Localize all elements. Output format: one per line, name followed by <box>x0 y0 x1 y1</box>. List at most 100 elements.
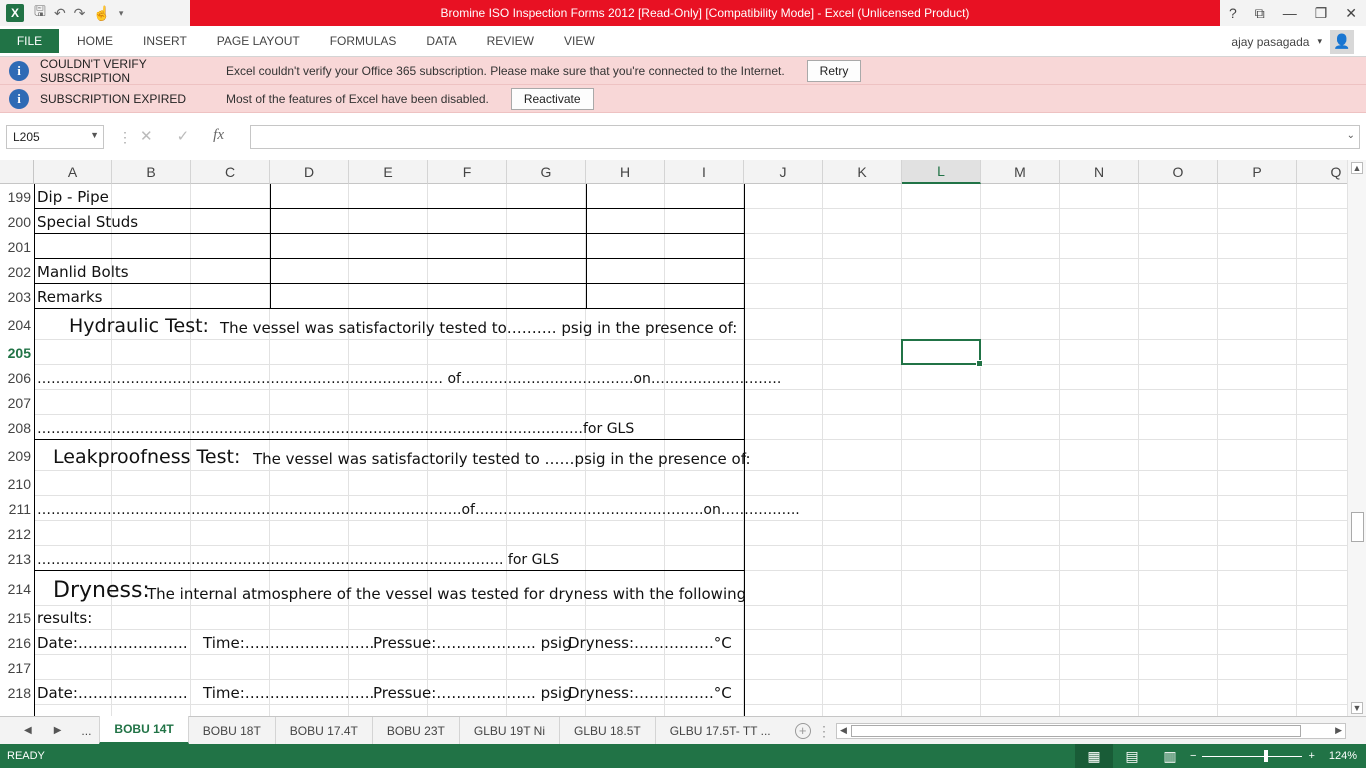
sheet-tab-bobu-17-4t[interactable]: BOBU 17.4T <box>276 716 373 745</box>
cell-text[interactable]: Pressue:……………….. psig <box>373 680 572 705</box>
customize-qat-icon[interactable]: ▾ <box>119 8 124 19</box>
scroll-left-icon[interactable]: ◀ <box>840 725 847 736</box>
cell-text[interactable]: Date:…………………. <box>37 680 188 705</box>
cell-text[interactable]: Time:…………………….. <box>203 680 374 705</box>
name-box-value[interactable]: L205 <box>13 130 40 144</box>
sheet-tab-bobu-14t[interactable]: BOBU 14T <box>99 716 189 744</box>
scroll-down-icon[interactable]: ▼ <box>1351 702 1363 714</box>
redo-icon[interactable]: ↷ <box>74 5 86 22</box>
row-header[interactable]: 206 <box>0 365 34 390</box>
tab-view[interactable]: VIEW <box>564 34 595 48</box>
add-sheet-icon[interactable]: + <box>794 722 811 739</box>
row-header[interactable]: 215 <box>0 606 34 630</box>
help-icon[interactable]: ? <box>1229 5 1237 21</box>
tab-page-layout[interactable]: PAGE LAYOUT <box>217 34 300 48</box>
cell-text[interactable]: Date:…………………. <box>37 630 188 655</box>
page-layout-view-icon[interactable]: ▤ <box>1113 744 1151 768</box>
column-header[interactable]: A <box>34 160 112 184</box>
row-header[interactable]: 208 <box>0 415 34 440</box>
cell-text[interactable]: Hydraulic Test: <box>69 309 209 340</box>
more-sheets-button[interactable]: ... <box>81 724 91 738</box>
cell-text[interactable]: …………………………………………………………………………… of……………………… <box>37 365 781 390</box>
column-header[interactable]: H <box>586 160 665 184</box>
column-header[interactable]: I <box>665 160 744 184</box>
column-header[interactable]: D <box>270 160 349 184</box>
column-header[interactable]: K <box>823 160 902 184</box>
row-header[interactable]: 202 <box>0 259 34 284</box>
cell-text[interactable]: Time:…………………….. <box>203 630 374 655</box>
save-icon[interactable]: 🖫 <box>34 1 46 25</box>
row-header[interactable]: 212 <box>0 521 34 546</box>
zoom-in-icon[interactable]: + <box>1308 750 1314 762</box>
cancel-icon[interactable]: ✕ <box>140 127 153 145</box>
row-header[interactable]: 199 <box>0 184 34 209</box>
cell-text[interactable]: Manlid Bolts <box>37 259 129 284</box>
column-header[interactable]: G <box>507 160 586 184</box>
retry-button[interactable]: Retry <box>806 59 862 82</box>
row-header[interactable]: 203 <box>0 284 34 309</box>
reactivate-button[interactable]: Reactivate <box>510 87 594 110</box>
row-header[interactable]: 200 <box>0 209 34 234</box>
column-header[interactable]: P <box>1218 160 1297 184</box>
row-header[interactable]: 216 <box>0 630 34 655</box>
expand-formula-icon[interactable]: ⌄ <box>1347 130 1355 141</box>
sheet-tab-bobu-23t[interactable]: BOBU 23T <box>373 716 460 745</box>
scroll-right-icon[interactable]: ▶ <box>1335 725 1342 736</box>
row-header[interactable]: 204 <box>0 309 34 340</box>
vertical-scrollbar[interactable]: ▲ ▼ <box>1347 160 1366 716</box>
prev-sheet-icon[interactable]: ◀ <box>24 725 32 736</box>
undo-icon[interactable]: ↶ <box>54 5 66 22</box>
cell-text[interactable]: Leakproofness Test: <box>53 440 240 471</box>
insert-function-icon[interactable]: fx <box>213 127 224 145</box>
row-header[interactable]: 207 <box>0 390 34 415</box>
cell-text[interactable]: ………………………………………………………………………………………. for G… <box>37 546 559 571</box>
column-header[interactable]: O <box>1139 160 1218 184</box>
column-header[interactable]: L <box>902 160 981 184</box>
cell-text[interactable]: The vessel was satisfactorily tested to … <box>253 440 751 471</box>
tab-home[interactable]: HOME <box>77 34 113 48</box>
sheet-tab-glbu-17-5t-tt[interactable]: GLBU 17.5T- TT ... <box>656 717 785 745</box>
sheet-tab-bobu-18t[interactable]: BOBU 18T <box>189 716 276 745</box>
formula-input[interactable]: ⌄ <box>250 125 1360 149</box>
cell-text[interactable]: Dryness: <box>53 571 150 606</box>
cell-text[interactable]: Pressue:……………….. psig <box>373 630 572 655</box>
worksheet-grid[interactable]: A B C D E F G H I J K L M N O P Q 199 200 201 202 203 204 205 20… <box>0 160 1347 716</box>
tab-data[interactable]: DATA <box>426 34 456 48</box>
cell-text[interactable]: The internal atmosphere of the vessel wa… <box>147 571 746 606</box>
cell-text[interactable]: ……………………………………………………………………………….of…………………… <box>37 496 800 521</box>
name-box[interactable]: L205 ▼ <box>6 125 104 149</box>
row-header[interactable]: 205 <box>0 340 34 365</box>
avatar[interactable]: 👤 <box>1330 29 1354 54</box>
cell-text[interactable]: Dryness:…………….°C <box>568 680 732 705</box>
cell-text[interactable]: Remarks <box>37 284 102 309</box>
vertical-scroll-thumb[interactable] <box>1351 512 1364 542</box>
column-header[interactable]: F <box>428 160 507 184</box>
cell-text[interactable]: Dip - Pipe <box>37 184 109 209</box>
normal-view-icon[interactable]: ▦ <box>1075 744 1113 768</box>
tab-file[interactable]: FILE <box>0 29 59 53</box>
column-header[interactable]: Q <box>1297 160 1347 184</box>
enter-icon[interactable]: ✓ <box>177 127 190 145</box>
user-account[interactable]: ajay pasagada ▾ 👤 <box>1231 26 1354 57</box>
row-header[interactable]: 213 <box>0 546 34 571</box>
row-header[interactable]: 210 <box>0 471 34 496</box>
zoom-slider-knob[interactable] <box>1264 749 1269 762</box>
scroll-up-icon[interactable]: ▲ <box>1351 162 1363 174</box>
sheet-tab-glbu-19t-ni[interactable]: GLBU 19T Ni <box>460 716 560 745</box>
tab-insert[interactable]: INSERT <box>143 34 187 48</box>
zoom-level[interactable]: 124% <box>1329 750 1357 762</box>
column-header[interactable]: M <box>981 160 1060 184</box>
horizontal-scrollbar[interactable]: ◀ ▶ <box>836 723 1346 739</box>
row-header[interactable]: 218 <box>0 680 34 705</box>
column-header[interactable]: E <box>349 160 428 184</box>
chevron-down-icon[interactable]: ▾ <box>1317 36 1322 47</box>
column-header[interactable]: B <box>112 160 191 184</box>
row-header[interactable]: 209 <box>0 440 34 471</box>
page-break-view-icon[interactable]: ▥ <box>1151 744 1189 768</box>
tab-review[interactable]: REVIEW <box>487 34 534 48</box>
restore-icon[interactable]: ❐ <box>1315 5 1328 22</box>
touch-mode-icon[interactable]: ☝ <box>93 5 110 22</box>
chevron-down-icon[interactable]: ▼ <box>90 130 99 140</box>
column-header[interactable]: J <box>744 160 823 184</box>
next-sheet-icon[interactable]: ▶ <box>54 725 62 736</box>
